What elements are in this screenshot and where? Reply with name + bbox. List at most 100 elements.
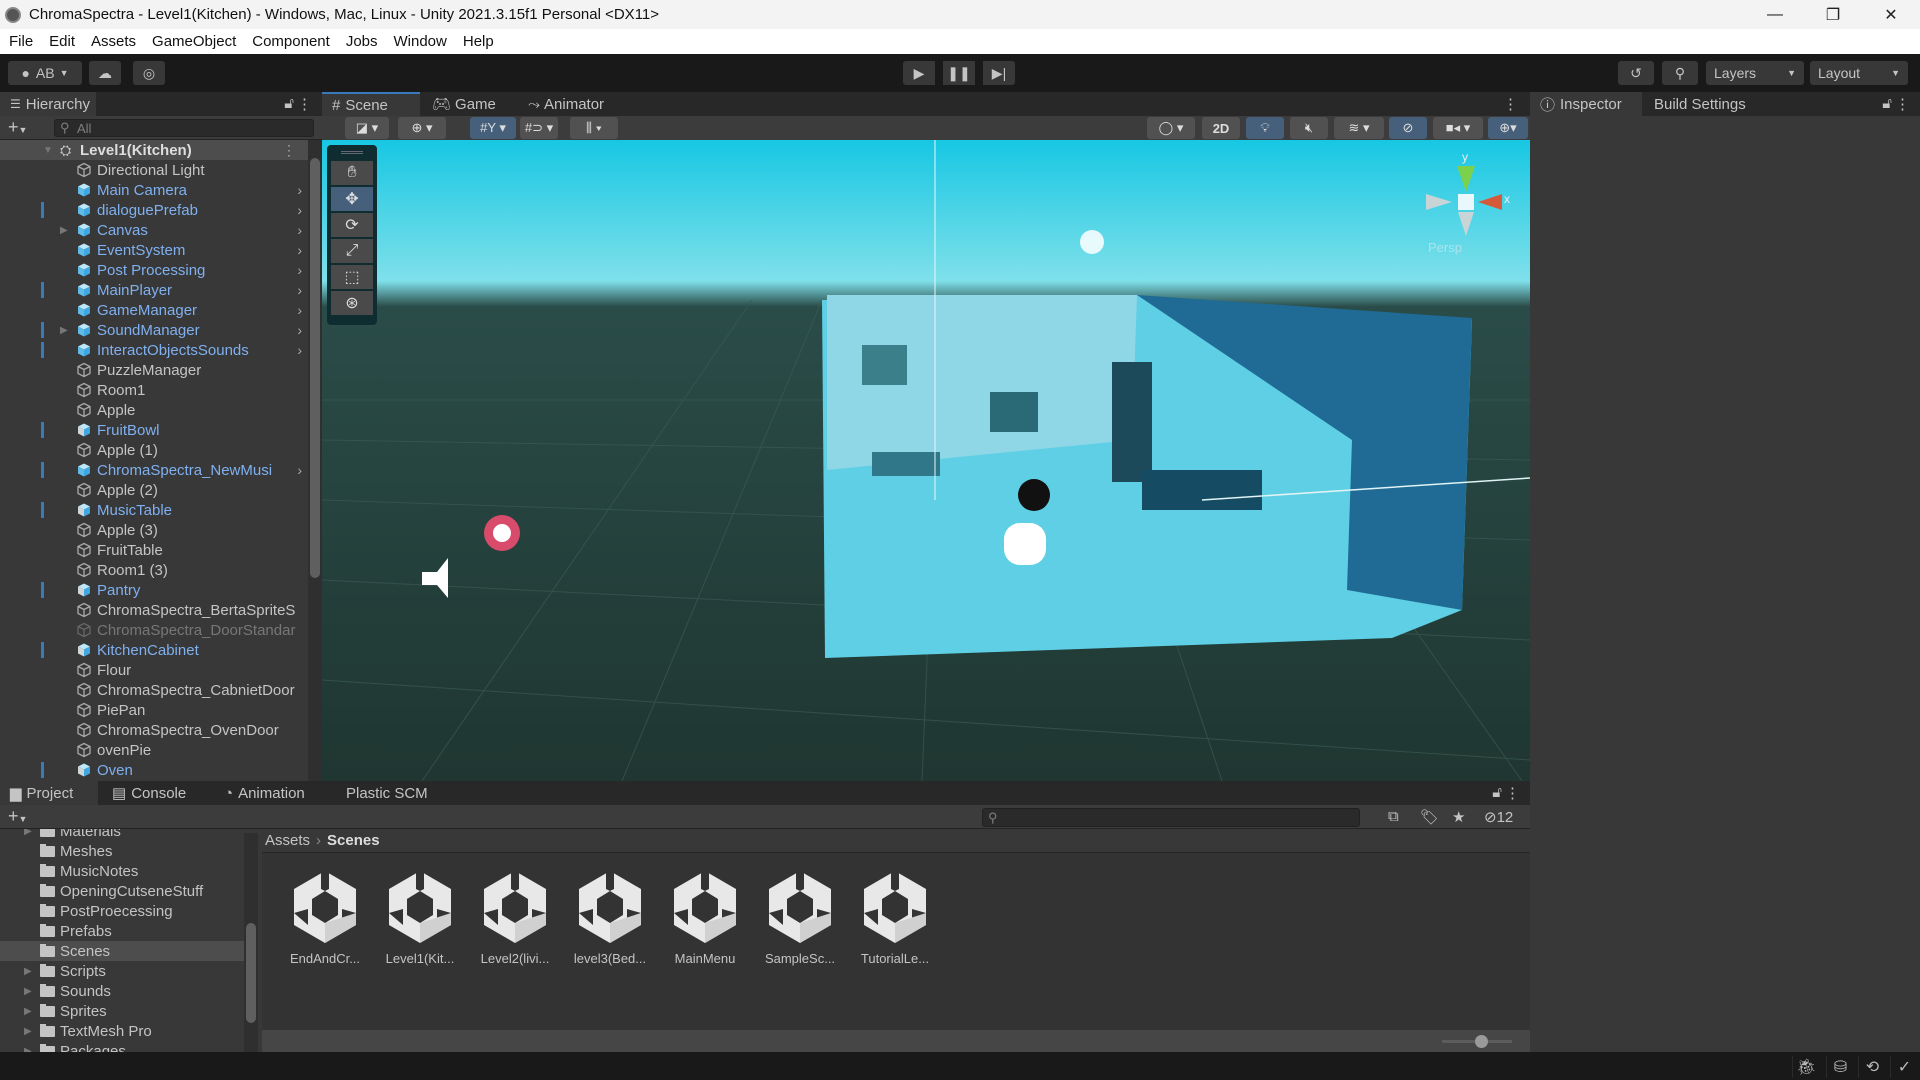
hierarchy-item[interactable]: Apple [0, 400, 308, 420]
projection-label[interactable]: Persp [1428, 240, 1462, 255]
expand-arrow-icon[interactable]: ▶ [60, 325, 68, 336]
tab-plastic-scm[interactable]: Plastic SCM [336, 781, 446, 805]
hierarchy-item[interactable]: ▶ SoundManager › [0, 320, 308, 340]
hierarchy-item[interactable]: ▶ Canvas › [0, 220, 308, 240]
chevron-right-icon[interactable]: › [297, 262, 302, 278]
menu-jobs[interactable]: Jobs [346, 33, 378, 50]
plastic-scm-button[interactable]: ◎ [133, 61, 165, 85]
create-add-button[interactable]: +▼ [8, 117, 27, 138]
scene-options-icon[interactable]: ⋮ [282, 142, 296, 159]
cloud-button[interactable]: ☁ [89, 61, 121, 85]
scene-more-options-icon[interactable]: ⋮ [1503, 95, 1518, 113]
folder-item[interactable]: ▶ TextMesh Pro [0, 1021, 258, 1041]
tab-animation[interactable]: ◔ Animation [214, 781, 334, 805]
slider-thumb[interactable] [1474, 1035, 1488, 1048]
play-button[interactable]: ▶ [903, 61, 935, 85]
neg-x-cone[interactable] [1426, 194, 1452, 210]
scene-viewport[interactable]: ✋︎ ✥ ⟳ ⤢ ⬚ ⊛ y x Persp [322, 140, 1530, 781]
inspector-lock-icon[interactable]: 🔓︎ [1882, 95, 1892, 112]
search-button[interactable]: ⚲ [1662, 61, 1698, 85]
more-options-icon[interactable]: ⋮ [297, 95, 312, 113]
project-search-input[interactable]: ⚲ [982, 808, 1360, 827]
inspector-more-icon[interactable]: ⋮ [1895, 95, 1910, 113]
chevron-right-icon[interactable]: › [297, 322, 302, 338]
hierarchy-item[interactable]: Apple (2) [0, 480, 308, 500]
layers-dropdown[interactable]: Layers ▼ [1706, 61, 1804, 85]
hierarchy-item[interactable]: Main Camera › [0, 180, 308, 200]
hierarchy-item[interactable]: KitchenCabinet [0, 640, 308, 660]
scale-tool-button[interactable]: ⤢ [331, 239, 373, 263]
ok-checkmark-icon[interactable]: ✓ [1890, 1056, 1918, 1078]
folder-item[interactable]: Prefabs [0, 921, 258, 941]
menu-component[interactable]: Component [252, 33, 330, 50]
hierarchy-item[interactable]: Post Processing › [0, 260, 308, 280]
hierarchy-item[interactable]: Pantry [0, 580, 308, 600]
hierarchy-item[interactable]: ovenPie [0, 740, 308, 760]
menu-file[interactable]: File [9, 33, 33, 50]
pause-button[interactable]: ❚❚ [943, 61, 975, 85]
audio-toggle[interactable]: 🔇︎ [1290, 117, 1328, 139]
hierarchy-search-input[interactable]: ⚲ All [54, 119, 314, 137]
hierarchy-item[interactable]: PiePan [0, 700, 308, 720]
menu-assets[interactable]: Assets [91, 33, 136, 50]
tool-handle-position-dropdown[interactable]: ◪ ▾ [345, 117, 389, 139]
tool-handle-rotation-dropdown[interactable]: ⊕ ▾ [398, 117, 446, 139]
icon-size-slider[interactable] [1442, 1035, 1512, 1048]
folder-item[interactable]: MusicNotes [0, 861, 258, 881]
menu-edit[interactable]: Edit [49, 33, 75, 50]
hierarchy-item[interactable]: dialoguePrefab › [0, 200, 308, 220]
tab-animator[interactable]: ⤳ Animator [518, 92, 628, 116]
overlay-drag-handle[interactable] [341, 151, 363, 154]
scene-asset[interactable]: SampleSc... [755, 869, 845, 966]
folder-item[interactable]: ▶ Materials [0, 829, 258, 841]
hierarchy-item[interactable]: ChromaSpectra_NewMusi › [0, 460, 308, 480]
scene-root[interactable]: ▼ ⛭ Level1(Kitchen) ⋮ [0, 140, 308, 160]
chevron-right-icon[interactable]: › [297, 222, 302, 238]
folder-item[interactable]: OpeningCutseneStuff [0, 881, 258, 901]
folder-item[interactable]: ▶ Scripts [0, 961, 258, 981]
tab-hierarchy[interactable]: ☰ Hierarchy [0, 92, 96, 116]
gizmos-dropdown[interactable]: ⊕▾ [1488, 117, 1528, 139]
project-lock-icon[interactable]: 🔓︎ [1492, 784, 1502, 801]
hierarchy-item[interactable]: PuzzleManager [0, 360, 308, 380]
x-axis-cone[interactable] [1478, 194, 1502, 210]
cache-server-icon[interactable]: ⛁ [1826, 1056, 1854, 1078]
increment-snap-toggle[interactable]: #⊃ ▾ [520, 117, 558, 139]
tab-game[interactable]: 🎮︎ Game [422, 92, 517, 116]
move-tool-button[interactable]: ✥ [331, 187, 373, 211]
tab-project[interactable]: ▆ Project [0, 781, 98, 805]
expand-arrow-icon[interactable]: ▶ [60, 225, 68, 236]
scene-asset[interactable]: level3(Bed... [565, 869, 655, 966]
folder-item[interactable]: ▶ Sounds [0, 981, 258, 1001]
expand-arrow-icon[interactable]: ▼ [43, 145, 53, 156]
hierarchy-item[interactable]: ChromaSpectra_CabnietDoor [0, 680, 308, 700]
toggle-2d-button[interactable]: 2D [1202, 117, 1240, 139]
folder-item[interactable]: ▶ Packages [0, 1041, 258, 1052]
search-by-type-icon[interactable]: ⧉ [1388, 808, 1399, 825]
minimize-button[interactable]: — [1746, 0, 1804, 29]
grid-snap-toggle[interactable]: #Y ▾ [470, 117, 516, 139]
expand-arrow-icon[interactable]: ▶ [24, 1006, 32, 1017]
folder-scrollbar[interactable] [244, 833, 258, 1052]
folder-item[interactable]: ▶ Sprites [0, 1001, 258, 1021]
draw-mode-dropdown[interactable]: ◯ ▾ [1147, 117, 1195, 139]
chevron-right-icon[interactable]: › [297, 182, 302, 198]
breadcrumb-scenes[interactable]: Scenes [327, 832, 380, 849]
chevron-right-icon[interactable]: › [297, 202, 302, 218]
snap-settings-dropdown[interactable]: ⫼ ▾ [570, 117, 618, 139]
rect-tool-button[interactable]: ⬚ [331, 265, 373, 289]
tab-inspector[interactable]: ⓘ Inspector [1530, 92, 1642, 116]
hierarchy-item[interactable]: Apple (3) [0, 520, 308, 540]
breadcrumb-assets[interactable]: Assets [265, 832, 310, 849]
effects-dropdown[interactable]: ≋ ▾ [1334, 117, 1384, 139]
debug-mode-icon[interactable]: 🐞︎ [1792, 1056, 1820, 1078]
expand-arrow-icon[interactable]: ▶ [24, 986, 32, 997]
expand-arrow-icon[interactable]: ▶ [24, 829, 32, 837]
hierarchy-item[interactable]: Room1 (3) [0, 560, 308, 580]
scene-visibility-toggle[interactable]: ⊘ [1389, 117, 1427, 139]
search-by-label-icon[interactable]: 🏷︎ [1420, 808, 1439, 826]
chevron-right-icon[interactable]: › [297, 282, 302, 298]
chevron-right-icon[interactable]: › [297, 302, 302, 318]
lighting-toggle[interactable]: 💡︎ [1246, 117, 1284, 139]
tab-console[interactable]: ▤ Console [102, 781, 212, 805]
